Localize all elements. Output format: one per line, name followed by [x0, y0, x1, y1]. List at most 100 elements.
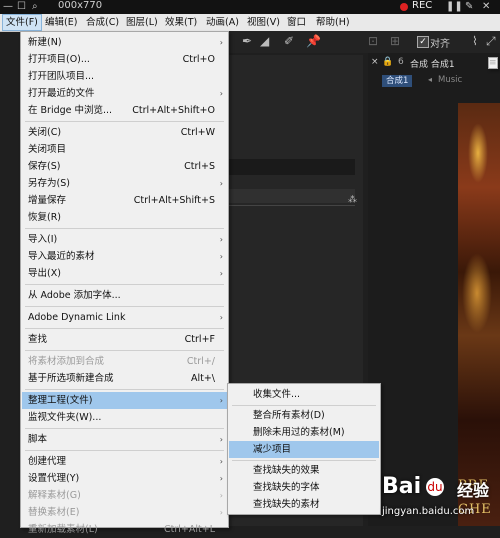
menu-effect[interactable]: 效果(T): [162, 14, 200, 31]
submenu-arrow-icon: ›: [219, 508, 223, 517]
menu-file[interactable]: 文件(F): [2, 14, 42, 31]
menu-edit[interactable]: 编辑(E): [42, 14, 80, 31]
menu-help[interactable]: 帮助(H): [313, 14, 353, 31]
menu-item-create-proxy[interactable]: 创建代理 ›: [22, 453, 227, 470]
menu-item-find[interactable]: 查找 Ctrl+F: [22, 331, 227, 348]
panel-number: 6: [398, 57, 404, 67]
restore-icon[interactable]: ☐: [17, 1, 26, 12]
menu-item-add-fonts[interactable]: 从 Adobe 添加字体...: [22, 287, 227, 304]
menu-item-import[interactable]: 导入(I) ›: [22, 231, 227, 248]
menu-layer[interactable]: 图层(L): [123, 14, 161, 31]
menu-window[interactable]: 窗口: [284, 14, 309, 31]
menu-separator: [25, 306, 224, 307]
menu-item-open-project[interactable]: 打开项目(O)... Ctrl+O: [22, 51, 227, 68]
menu-item-interpret-footage[interactable]: 解释素材(G) ›: [22, 487, 227, 504]
menu-separator: [25, 284, 224, 285]
menu-separator: [25, 450, 224, 451]
submenu-arrow-icon: ›: [219, 89, 223, 98]
menu-item-find-missing-effects[interactable]: 查找缺失的效果: [229, 462, 379, 479]
menu-item-dependencies[interactable]: 整理工程(文件) ›: [22, 392, 227, 409]
menu-item-close[interactable]: 关闭(C) Ctrl+W: [22, 124, 227, 141]
project-column-header: [228, 189, 355, 203]
menu-animation[interactable]: 动画(A): [203, 14, 242, 31]
tools-panel: ✒ ◢ ✐ 📌 ⊡ ⊞ ✓ 对齐 ⌇ ⤢: [228, 31, 500, 53]
panel-menu-icon[interactable]: ≡: [488, 57, 498, 69]
menu-item-find-missing-fonts[interactable]: 查找缺失的字体: [229, 479, 379, 496]
menu-view[interactable]: 视图(V): [244, 14, 283, 31]
menu-item-close-project[interactable]: 关闭项目: [22, 141, 227, 158]
snap-label: 对齐: [430, 39, 450, 50]
breadcrumb-arrow-icon: ◂: [428, 75, 433, 84]
close-icon[interactable]: ✕: [482, 1, 490, 12]
brush-tool-icon[interactable]: ✐: [284, 34, 294, 48]
menu-item-reload-footage[interactable]: 重新加载素材(L) Ctrl+Alt+L: [22, 521, 227, 538]
menu-separator: [25, 228, 224, 229]
pen-tool-icon[interactable]: ✒: [242, 34, 252, 48]
pause-icon[interactable]: ❚❚: [446, 1, 463, 12]
expand-icon[interactable]: ⤢: [486, 34, 496, 49]
submenu-arrow-icon: ›: [219, 474, 223, 483]
submenu-arrow-icon: ›: [219, 435, 223, 444]
menu-item-watch-folder[interactable]: 监视文件夹(W)...: [22, 409, 227, 426]
menu-item-replace-footage[interactable]: 替换素材(E) ›: [22, 504, 227, 521]
menu-item-add-footage-to-comp[interactable]: 将素材添加到合成 Ctrl+/: [22, 353, 227, 370]
menu-item-new-comp-from-selection[interactable]: 基于所选项新建合成 Alt+\: [22, 370, 227, 387]
menu-item-set-proxy[interactable]: 设置代理(Y) ›: [22, 470, 227, 487]
paw-icon: du: [426, 478, 444, 496]
network-icon[interactable]: ⁂: [348, 195, 357, 205]
title-bar: — ☐ ⌕ 000x770 REC ❚❚ ✎ ✕: [0, 0, 500, 14]
menu-separator: [232, 460, 376, 461]
menu-item-save[interactable]: 保存(S) Ctrl+S: [22, 158, 227, 175]
lock-icon[interactable]: 🔒: [382, 57, 393, 67]
snap-icon[interactable]: ⌇: [472, 34, 478, 48]
menu-item-reduce-project[interactable]: 减少项目: [229, 441, 379, 458]
menu-item-dynamic-link[interactable]: Adobe Dynamic Link ›: [22, 309, 227, 326]
menu-separator: [25, 121, 224, 122]
anchor-tool-icon[interactable]: ⊡: [368, 34, 378, 48]
menu-item-find-missing-footage[interactable]: 查找缺失的素材: [229, 496, 379, 513]
submenu-arrow-icon: ›: [219, 252, 223, 261]
menu-composition[interactable]: 合成(C): [83, 14, 122, 31]
file-menu: 新建(N) › 打开项目(O)... Ctrl+O 打开团队项目... 打开最近的文…: [20, 31, 229, 535]
menu-item-import-recent[interactable]: 导入最近的素材 ›: [22, 248, 227, 265]
submenu-arrow-icon: ›: [219, 179, 223, 188]
eraser-tool-icon[interactable]: ◢: [260, 34, 269, 48]
pin-tool-icon[interactable]: 📌: [306, 34, 321, 48]
menu-item-browse-bridge[interactable]: 在 Bridge 中浏览... Ctrl+Alt+Shift+O: [22, 102, 227, 119]
menu-item-consolidate-footage[interactable]: 整合所有素材(D): [229, 407, 379, 424]
menu-item-collect-files[interactable]: 收集文件...: [229, 386, 379, 403]
menu-item-revert[interactable]: 恢复(R): [22, 209, 227, 226]
composition-viewer[interactable]: PRE CHE: [458, 103, 500, 526]
tab-composition-1[interactable]: 合成1: [382, 75, 413, 87]
menu-separator: [25, 328, 224, 329]
close-panel-icon[interactable]: ×: [371, 57, 379, 67]
menu-item-open-team-project[interactable]: 打开团队项目...: [22, 68, 227, 85]
project-search-bar[interactable]: [228, 159, 355, 175]
composition-header: × 🔒 6 合成 合成1 ≡: [368, 57, 500, 71]
light-glow: [462, 253, 492, 333]
menu-item-remove-unused-footage[interactable]: 删除未用过的素材(M): [229, 424, 379, 441]
menu-item-export[interactable]: 导出(X) ›: [22, 265, 227, 282]
menu-item-new[interactable]: 新建(N) ›: [22, 34, 227, 51]
menu-item-open-recent[interactable]: 打开最近的文件 ›: [22, 85, 227, 102]
menu-bar: 文件(F) 编辑(E) 合成(C) 图层(L) 效果(T) 动画(A) 视图(V…: [0, 14, 500, 32]
menu-separator: [232, 405, 376, 406]
submenu-arrow-icon: ›: [219, 457, 223, 466]
minimize-icon[interactable]: —: [3, 1, 13, 12]
divider: [228, 205, 355, 206]
submenu-arrow-icon: ›: [219, 269, 223, 278]
menu-item-scripts[interactable]: 脚本 ›: [22, 431, 227, 448]
snap-checkbox[interactable]: ✓: [417, 36, 429, 48]
search-icon[interactable]: ⌕: [32, 1, 38, 12]
pen-icon[interactable]: ✎: [465, 1, 473, 12]
puppet-tool-icon[interactable]: ⊞: [390, 34, 400, 48]
light-glow: [468, 123, 488, 183]
submenu-arrow-icon: ›: [219, 396, 223, 405]
menu-item-save-as[interactable]: 另存为(S) ›: [22, 175, 227, 192]
menu-item-increment-save[interactable]: 增量保存 Ctrl+Alt+Shift+S: [22, 192, 227, 209]
submenu-arrow-icon: ›: [219, 313, 223, 322]
tab-music[interactable]: Music: [438, 75, 462, 85]
watermark-brand: Bai: [382, 474, 422, 499]
record-indicator-icon[interactable]: [400, 3, 408, 11]
menu-separator: [25, 389, 224, 390]
